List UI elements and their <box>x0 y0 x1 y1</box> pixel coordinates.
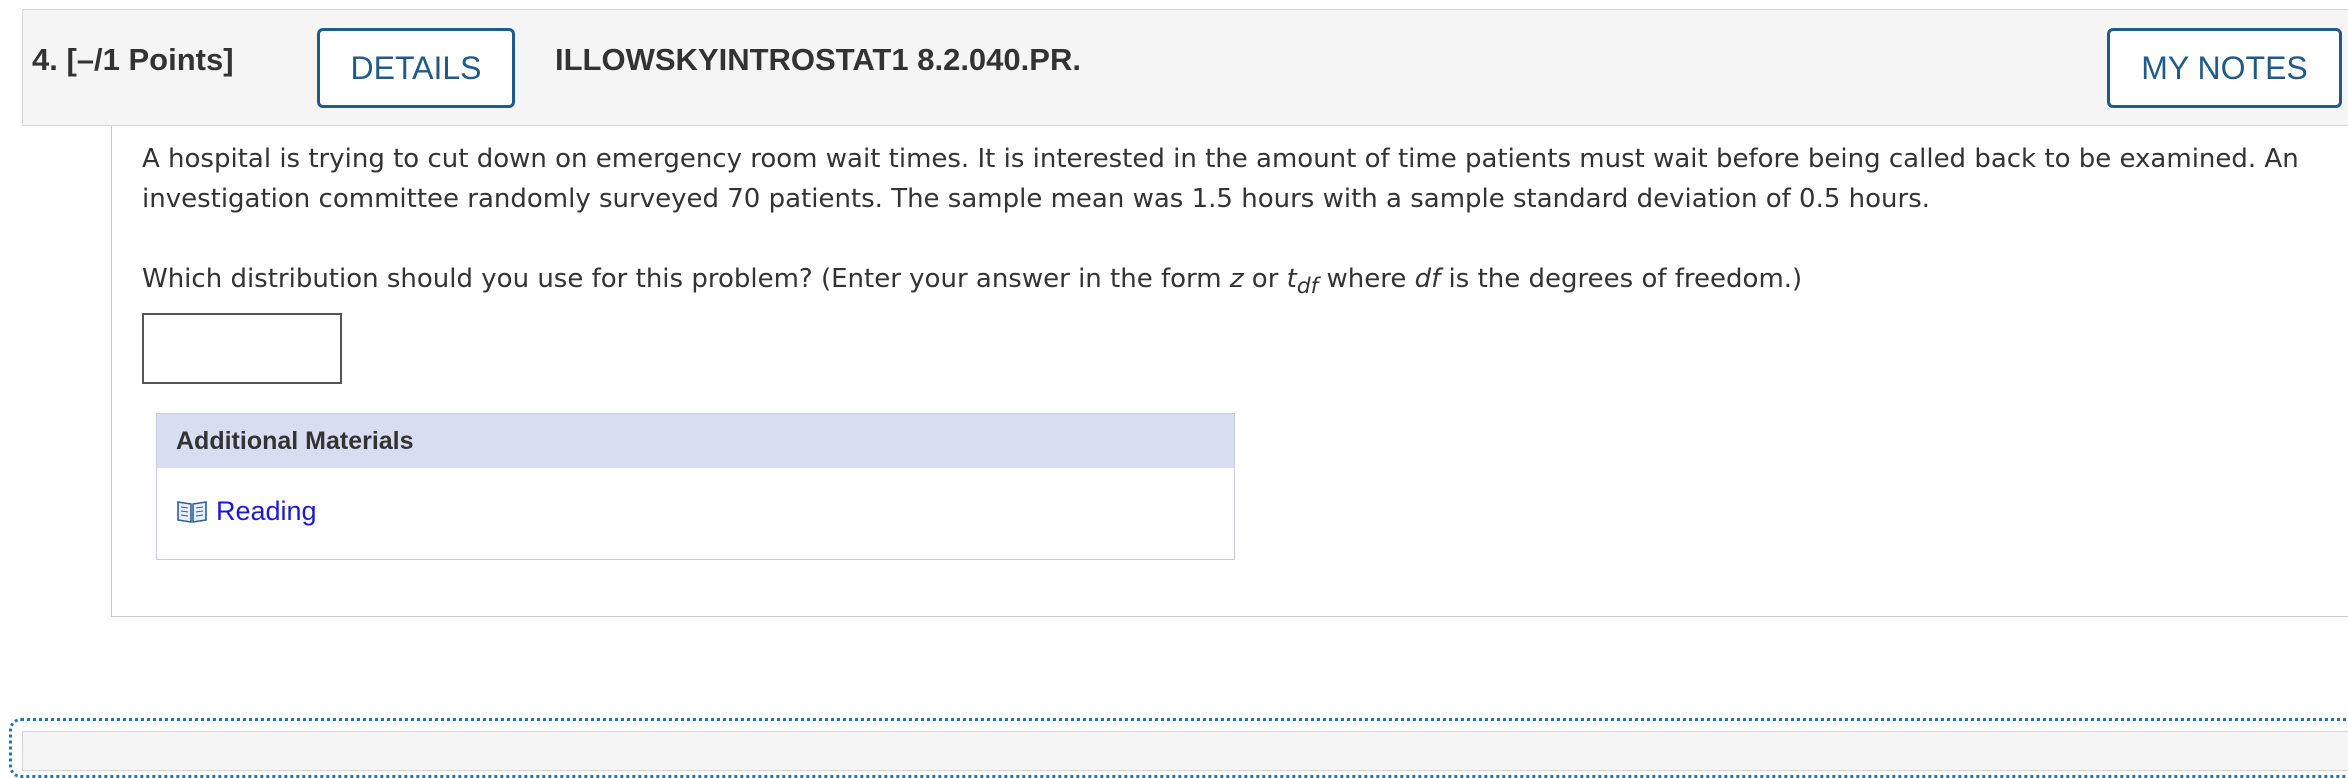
prompt-z: z <box>1229 264 1244 294</box>
prompt-text-start: Which distribution should you use for th… <box>142 264 1230 294</box>
prompt-df-subscript: df <box>1296 274 1319 300</box>
problem-text-line-1: A hospital is trying to cut down on emer… <box>142 144 2299 174</box>
prompt-t: t <box>1286 264 1297 294</box>
reading-link[interactable]: Reading <box>176 494 317 528</box>
prompt-where: where <box>1318 264 1415 294</box>
my-notes-button[interactable]: MY NOTES <box>2107 28 2342 108</box>
question-number-points: 4. [–/1 Points] <box>32 42 234 77</box>
next-question-header <box>22 731 2348 771</box>
additional-materials-box: Additional Materials Reading <box>156 413 1235 560</box>
answer-input[interactable] <box>142 313 342 384</box>
problem-code: ILLOWSKYINTROSTAT1 8.2.040.PR. <box>555 42 1081 77</box>
additional-materials-title: Additional Materials <box>157 414 1234 468</box>
question-prompt: Which distribution should you use for th… <box>142 259 1802 307</box>
prompt-text-end: is the degrees of freedom.) <box>1440 264 1803 294</box>
details-button[interactable]: DETAILS <box>317 28 515 108</box>
problem-text-line-2: investigation committee randomly surveye… <box>142 184 1931 214</box>
prompt-df: df <box>1414 264 1441 294</box>
book-icon <box>177 501 207 523</box>
prompt-or: or <box>1243 264 1287 294</box>
reading-link-label: Reading <box>216 495 317 526</box>
